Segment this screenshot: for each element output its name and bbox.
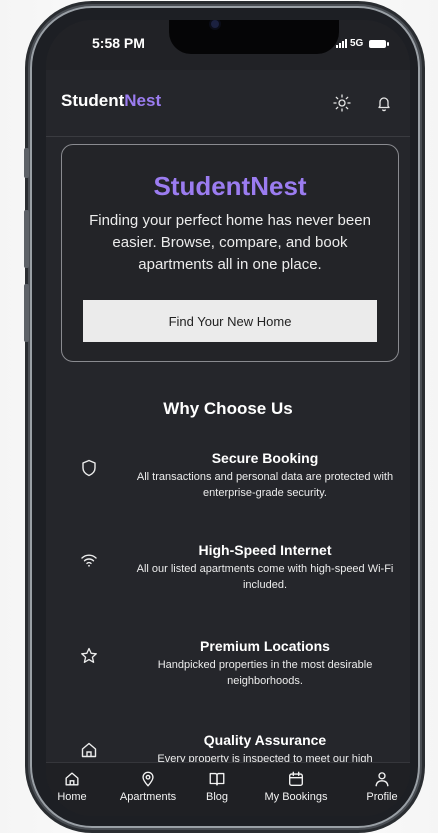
shield-icon <box>82 459 96 477</box>
book-icon <box>209 772 225 786</box>
calendar-icon <box>289 771 303 786</box>
battery-icon <box>369 39 390 48</box>
tab-apartments[interactable]: Apartments <box>108 763 188 803</box>
tab-label: Apartments <box>119 791 177 803</box>
tab-label: Profile <box>366 791 398 803</box>
camera-icon <box>211 20 219 28</box>
bottom-tab-bar: Home Apartments Blog My Bookings Profile <box>46 762 410 816</box>
feature-title: Quality Assurance <box>203 732 327 748</box>
phone-mute-switch <box>24 148 29 178</box>
feature-title: Premium Locations <box>200 638 330 654</box>
feature-description: Handpicked properties in the most desira… <box>157 659 373 687</box>
find-home-button[interactable]: Find Your New Home <box>83 300 377 342</box>
feature-title: Secure Booking <box>211 450 319 466</box>
user-icon <box>375 772 389 787</box>
phone-volume-down <box>24 284 29 342</box>
brand-logo[interactable]: StudentNest <box>61 91 161 111</box>
wifi-icon <box>81 554 97 567</box>
status-bar: 5:58 PM 5G <box>46 20 410 70</box>
why-choose-us-heading: Why Choose Us <box>163 399 293 418</box>
brand-part-2: Nest <box>124 91 162 110</box>
tab-home[interactable]: Home <box>46 763 112 803</box>
dynamic-island <box>169 20 339 54</box>
hero-title: StudentNest <box>153 171 307 201</box>
brand-part-1: Student <box>61 91 125 110</box>
theme-toggle-sun-icon[interactable] <box>332 93 352 113</box>
hero-description: Finding your perfect home has never been… <box>89 212 371 273</box>
tab-blog[interactable]: Blog <box>177 763 257 803</box>
map-pin-icon <box>142 771 154 787</box>
status-time: 5:58 PM <box>92 35 145 51</box>
feature-title: High-Speed Internet <box>198 542 332 558</box>
home-icon <box>65 772 79 786</box>
tab-label: Blog <box>205 791 229 803</box>
tab-my-bookings[interactable]: My Bookings <box>256 763 336 803</box>
tab-profile[interactable]: Profile <box>342 763 410 803</box>
signal-icon <box>336 39 347 48</box>
home-icon <box>81 742 97 758</box>
feature-description: All our listed apartments come with high… <box>136 563 394 591</box>
tab-label: My Bookings <box>264 791 328 803</box>
status-indicators: 5G <box>336 38 390 49</box>
phone-volume-up <box>24 210 29 268</box>
hero-card: StudentNest Finding your perfect home ha… <box>61 144 399 362</box>
bell-icon[interactable] <box>374 93 394 113</box>
star-icon <box>81 647 97 663</box>
tab-label: Home <box>57 791 87 803</box>
feature-description: All transactions and personal data are p… <box>136 471 394 499</box>
phone-screen: 5:58 PM 5G StudentNest StudentNest Findi… <box>46 20 410 816</box>
network-label: 5G <box>350 38 364 49</box>
app-header: StudentNest <box>46 70 410 137</box>
